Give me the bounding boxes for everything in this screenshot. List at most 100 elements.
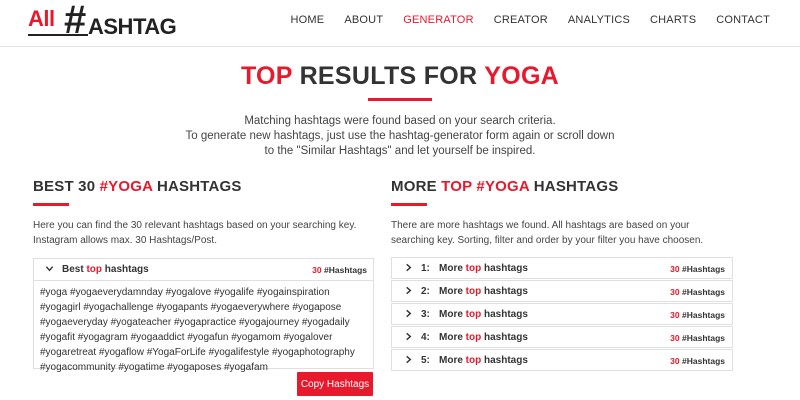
more-item-1[interactable]: 1: More top hashtags 30 #Hashtags bbox=[391, 257, 733, 279]
more-item-label-red: top bbox=[465, 332, 482, 343]
title-middle: RESULTS FOR bbox=[292, 62, 485, 90]
title-prefix: TOP bbox=[240, 62, 293, 90]
title-underline bbox=[368, 98, 432, 101]
more-heading-prefix: MORE bbox=[391, 178, 442, 195]
best-hashtags-text: #yoga #yogaeverydamnday #yogalove #yogal… bbox=[40, 287, 355, 373]
more-item-count: 30 #Hashtags bbox=[670, 310, 725, 320]
more-item-count-label: #Hashtags bbox=[679, 310, 725, 320]
best-description: Here you can find the 30 relevant hashta… bbox=[33, 220, 357, 246]
nav-creator[interactable]: CREATOR bbox=[484, 14, 558, 26]
more-item-label-suffix: hashtags bbox=[481, 355, 528, 366]
best-heading-suffix: HASHTAGS bbox=[152, 178, 242, 195]
chevron-right-icon bbox=[404, 332, 413, 343]
best-panel-label: Best top hashtags bbox=[62, 264, 149, 275]
more-item-label-suffix: hashtags bbox=[481, 309, 528, 320]
intro-line-2: To generate new hashtags, just use the h… bbox=[185, 130, 615, 142]
intro-line-3: to the "Similar Hashtags" and let yourse… bbox=[264, 145, 536, 157]
chevron-right-icon bbox=[404, 286, 413, 297]
more-item-count: 30 #Hashtags bbox=[670, 264, 725, 274]
brand-logo[interactable]: All # ASHTAG bbox=[28, 0, 178, 42]
title-keyword: YOGA bbox=[484, 62, 560, 90]
best-heading-keyword: #YOGA bbox=[99, 178, 153, 195]
nav-contact[interactable]: CONTACT bbox=[706, 14, 780, 26]
best-hashtags-panel: Best top hashtags 30 #Hashtags #yoga #yo… bbox=[33, 258, 374, 373]
best-hashtags-section: BEST 30 #YOGA HASHTAGS Here you can find… bbox=[33, 178, 375, 250]
main-nav: HOME ABOUT GENERATOR CREATOR ANALYTICS C… bbox=[281, 14, 780, 26]
more-item-4[interactable]: 4: More top hashtags 30 #Hashtags bbox=[391, 326, 733, 348]
best-panel-label-suffix: hashtags bbox=[102, 264, 149, 275]
nav-home[interactable]: HOME bbox=[281, 14, 335, 26]
best-heading-underline bbox=[33, 203, 69, 206]
nav-analytics[interactable]: ANALYTICS bbox=[558, 14, 640, 26]
more-item-count-label: #Hashtags bbox=[679, 333, 725, 343]
logo-all-text: All bbox=[28, 6, 55, 31]
page-title: TOP RESULTS FOR YOGA bbox=[0, 62, 800, 91]
chevron-right-icon bbox=[404, 355, 413, 366]
chevron-down-icon bbox=[45, 264, 54, 275]
nav-generator[interactable]: GENERATOR bbox=[393, 14, 483, 26]
more-item-count-label: #Hashtags bbox=[679, 356, 725, 366]
nav-charts[interactable]: CHARTS bbox=[640, 14, 706, 26]
more-item-label-suffix: hashtags bbox=[481, 286, 528, 297]
more-item-label-prefix: More bbox=[439, 332, 466, 343]
more-item-count-number: 30 bbox=[670, 356, 680, 366]
best-heading: BEST 30 #YOGA HASHTAGS bbox=[33, 178, 375, 195]
more-item-index: 1: bbox=[421, 263, 430, 274]
more-item-label-prefix: More bbox=[439, 309, 466, 320]
best-count-number: 30 bbox=[312, 265, 322, 275]
more-item-label: More top hashtags bbox=[439, 263, 528, 274]
more-item-label: More top hashtags bbox=[439, 332, 528, 343]
site-header: All # ASHTAG HOME ABOUT GENERATOR CREATO… bbox=[0, 0, 800, 46]
more-heading-underline bbox=[391, 203, 427, 206]
more-item-label-suffix: hashtags bbox=[481, 263, 528, 274]
more-description: There are more hashtags we found. All ha… bbox=[391, 220, 704, 246]
copy-hashtags-button[interactable]: Copy Hashtags bbox=[297, 372, 373, 396]
more-item-label-red: top bbox=[465, 286, 482, 297]
more-item-label-red: top bbox=[465, 263, 482, 274]
chevron-right-icon bbox=[404, 263, 413, 274]
more-item-label-prefix: More bbox=[439, 263, 466, 274]
best-panel-header[interactable]: Best top hashtags 30 #Hashtags bbox=[34, 259, 373, 281]
best-panel-label-red: top bbox=[86, 264, 102, 275]
more-item-index: 3: bbox=[421, 309, 430, 320]
best-panel-label-prefix: Best bbox=[62, 264, 87, 275]
more-item-label-prefix: More bbox=[439, 355, 466, 366]
more-item-count: 30 #Hashtags bbox=[670, 356, 725, 366]
more-item-label-suffix: hashtags bbox=[481, 332, 528, 343]
best-count-label: #Hashtags bbox=[321, 265, 367, 275]
best-panel-count: 30 #Hashtags bbox=[312, 265, 367, 275]
more-item-count-number: 30 bbox=[670, 264, 680, 274]
best-heading-prefix: BEST 30 bbox=[33, 178, 100, 195]
logo-hash-text: # bbox=[64, 0, 87, 42]
more-item-count-number: 30 bbox=[670, 333, 680, 343]
more-item-index: 4: bbox=[421, 332, 430, 343]
more-hashtags-section: MORE TOP #YOGA HASHTAGS There are more h… bbox=[391, 178, 733, 250]
more-item-index: 5: bbox=[421, 355, 430, 366]
more-heading-red: TOP #YOGA bbox=[441, 178, 530, 195]
more-item-label: More top hashtags bbox=[439, 309, 528, 320]
more-item-count: 30 #Hashtags bbox=[670, 287, 725, 297]
more-item-label-prefix: More bbox=[439, 286, 466, 297]
more-item-label: More top hashtags bbox=[439, 286, 528, 297]
intro-text: Matching hashtags were found based on yo… bbox=[150, 114, 650, 159]
more-item-count-label: #Hashtags bbox=[679, 264, 725, 274]
intro-line-1: Matching hashtags were found based on yo… bbox=[244, 115, 556, 127]
chevron-right-icon bbox=[404, 309, 413, 320]
more-heading: MORE TOP #YOGA HASHTAGS bbox=[391, 178, 733, 195]
more-item-count-label: #Hashtags bbox=[679, 287, 725, 297]
more-hashtags-list: 1: More top hashtags 30 #Hashtags 2: Mor… bbox=[391, 257, 733, 372]
logo-tag-text: ASHTAG bbox=[88, 14, 177, 39]
more-item-label: More top hashtags bbox=[439, 355, 528, 366]
nav-about[interactable]: ABOUT bbox=[334, 14, 393, 26]
header-divider bbox=[0, 46, 800, 47]
more-item-count-number: 30 bbox=[670, 310, 680, 320]
more-item-2[interactable]: 2: More top hashtags 30 #Hashtags bbox=[391, 280, 733, 302]
more-item-index: 2: bbox=[421, 286, 430, 297]
more-item-3[interactable]: 3: More top hashtags 30 #Hashtags bbox=[391, 303, 733, 325]
more-item-label-red: top bbox=[465, 309, 482, 320]
more-heading-suffix: HASHTAGS bbox=[529, 178, 619, 195]
more-item-count: 30 #Hashtags bbox=[670, 333, 725, 343]
more-item-label-red: top bbox=[465, 355, 482, 366]
more-item-count-number: 30 bbox=[670, 287, 680, 297]
more-item-5[interactable]: 5: More top hashtags 30 #Hashtags bbox=[391, 349, 733, 371]
